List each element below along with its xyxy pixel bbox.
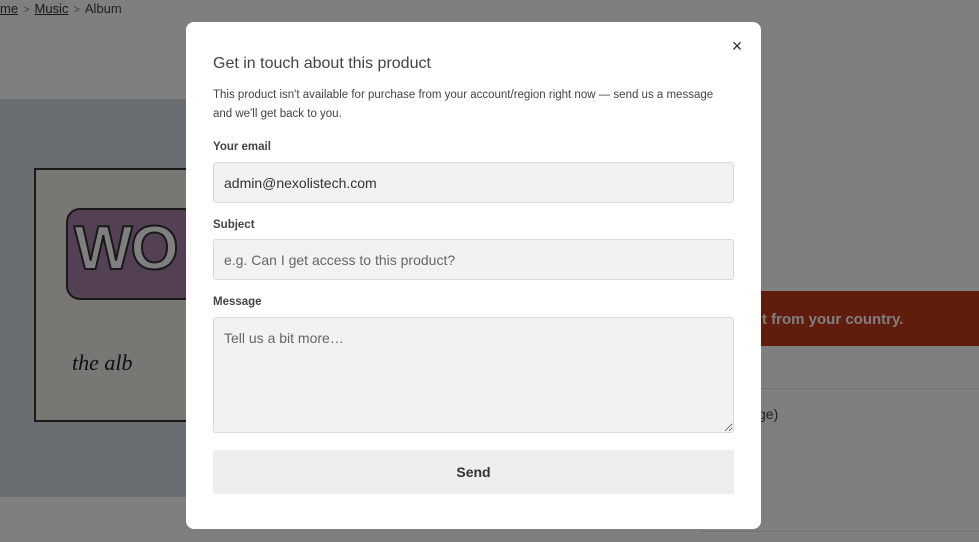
email-field[interactable] (213, 162, 734, 203)
send-button[interactable]: Send (213, 450, 734, 494)
contact-modal: × Get in touch about this product This p… (186, 22, 761, 529)
message-label: Message (213, 296, 262, 308)
email-label: Your email (213, 141, 271, 153)
message-textarea[interactable] (213, 317, 734, 433)
subject-input[interactable] (213, 239, 734, 280)
modal-description: This product isn't available for purchas… (213, 89, 714, 120)
subject-label: Subject (213, 219, 255, 231)
close-icon[interactable]: × (729, 37, 745, 55)
modal-title: Get in touch about this product (213, 55, 431, 72)
